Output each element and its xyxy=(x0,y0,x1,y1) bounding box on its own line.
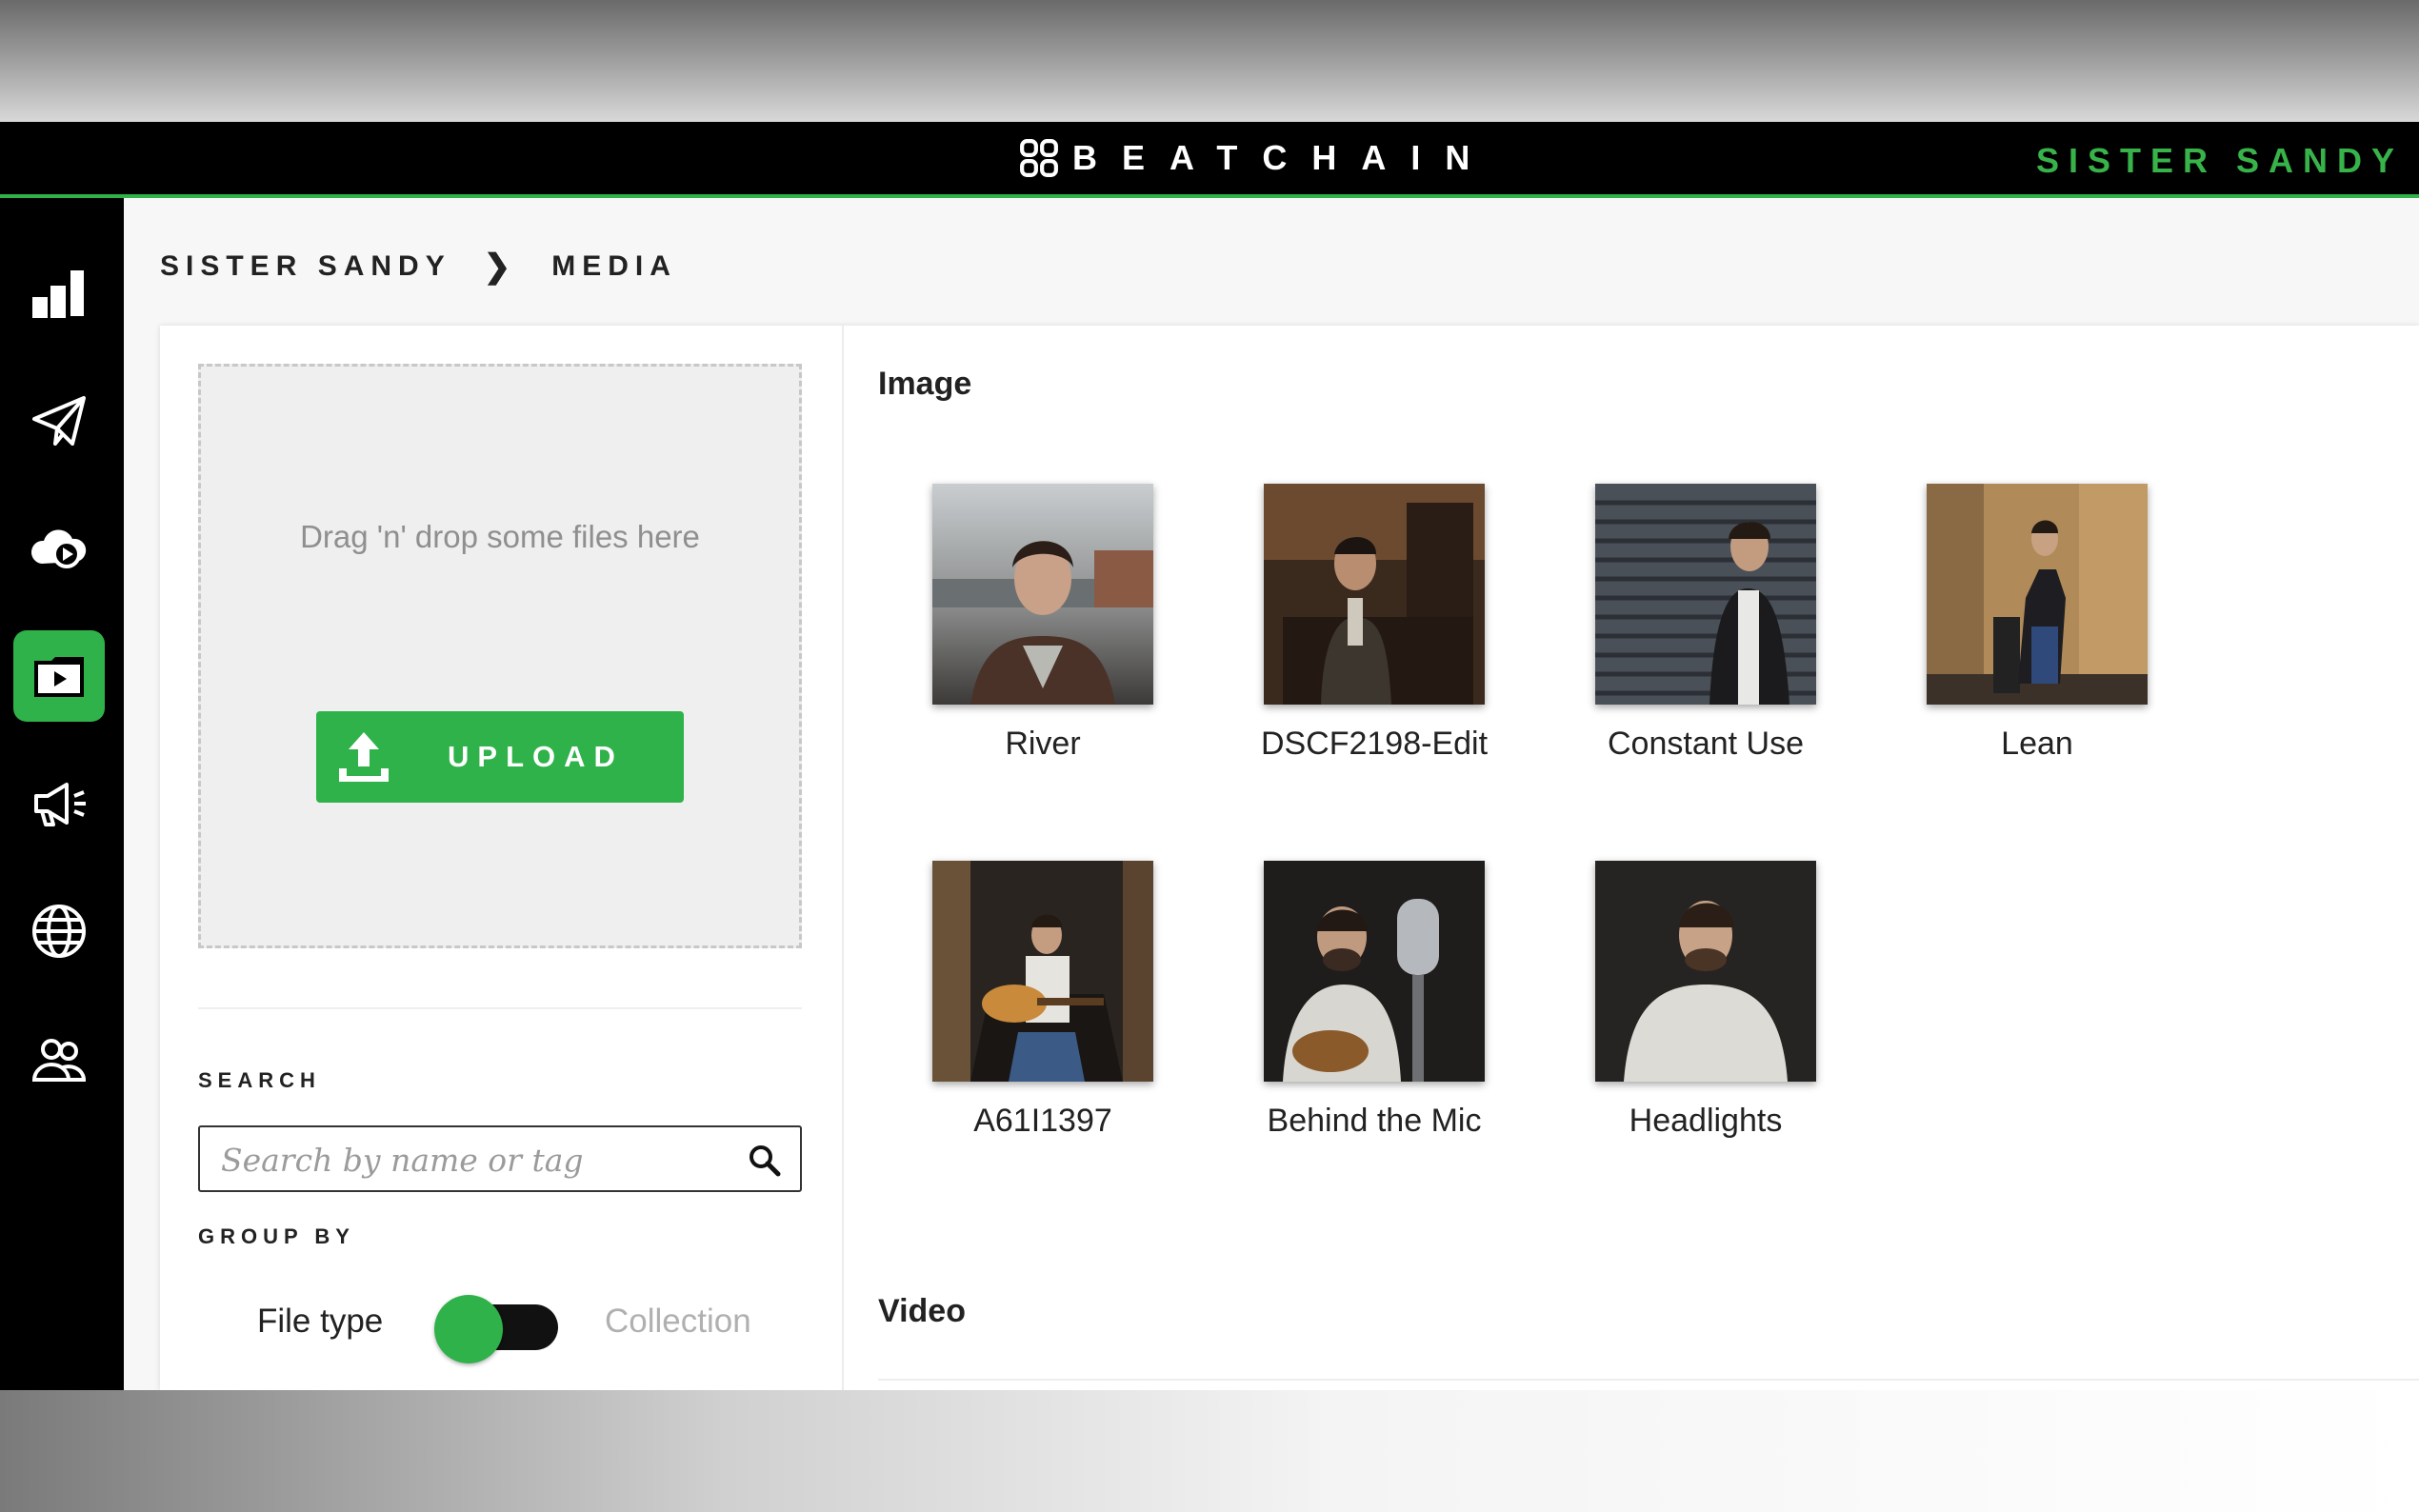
media-item[interactable]: Headlights xyxy=(1595,861,1816,1140)
brand-logo[interactable]: BEATCHAIN xyxy=(1019,138,1495,177)
image-thumbnail xyxy=(932,484,1153,705)
background-top xyxy=(0,0,2419,122)
group-by-toggle[interactable] xyxy=(434,1295,558,1363)
media-gallery: Image River DSCF2198-Edit Constant Use L… xyxy=(842,326,2419,1390)
section-title-video: Video xyxy=(878,1293,966,1329)
image-caption: Constant Use xyxy=(1608,726,1804,762)
media-folder-icon xyxy=(34,657,84,697)
breadcrumb: SISTER SANDY ❯ MEDIA xyxy=(160,248,677,286)
sidebar-item-media[interactable] xyxy=(13,630,105,722)
sidebar-item-cloud[interactable] xyxy=(13,503,105,594)
media-controls-panel: Drag 'n' drop some files here UPLOAD SEA… xyxy=(160,326,844,1390)
image-thumbnail xyxy=(1595,861,1816,1082)
image-caption: Lean xyxy=(2001,726,2073,762)
media-card: Drag 'n' drop some files here UPLOAD SEA… xyxy=(160,326,2419,1390)
sidebar-item-analytics[interactable] xyxy=(13,248,105,339)
image-thumbnail xyxy=(1927,484,2148,705)
group-by-label: GROUP BY xyxy=(198,1224,355,1248)
bar-chart-icon xyxy=(32,270,84,318)
media-item[interactable]: Behind the Mic xyxy=(1264,861,1485,1140)
image-caption: Headlights xyxy=(1629,1103,1783,1139)
upload-icon xyxy=(339,732,389,782)
group-by-file-type[interactable]: File type xyxy=(257,1303,383,1341)
sidebar-item-web[interactable] xyxy=(13,885,105,977)
sidebar-item-send[interactable] xyxy=(13,375,105,467)
app-window: BEATCHAIN SISTER SANDY SISTER SANDY ❯ ME… xyxy=(0,122,2419,1390)
chevron-right-icon: ❯ xyxy=(483,249,518,285)
megaphone-icon xyxy=(34,783,86,826)
search-input[interactable] xyxy=(219,1135,737,1184)
image-caption: DSCF2198-Edit xyxy=(1260,726,1489,762)
top-bar: BEATCHAIN SISTER SANDY xyxy=(0,122,2419,198)
group-by-collection[interactable]: Collection xyxy=(605,1303,751,1341)
image-thumbnail xyxy=(932,861,1153,1082)
image-caption: River xyxy=(1005,726,1081,762)
search-label: SEARCH xyxy=(198,1068,321,1092)
breadcrumb-current: MEDIA xyxy=(551,250,677,282)
divider xyxy=(198,1007,802,1009)
artist-name[interactable]: SISTER SANDY xyxy=(2036,141,2404,181)
brand-name: BEATCHAIN xyxy=(1072,138,1495,177)
cloud-play-icon xyxy=(30,529,87,568)
group-by-control: File type Collection xyxy=(198,1285,808,1363)
media-item[interactable]: Lean xyxy=(1927,484,2148,763)
upload-button-label: UPLOAD xyxy=(448,740,624,773)
beatchain-logo-icon xyxy=(1020,139,1058,177)
sidebar xyxy=(0,198,124,1390)
users-icon xyxy=(31,1039,87,1082)
image-thumbnail xyxy=(1264,484,1485,705)
dropzone-text: Drag 'n' drop some files here xyxy=(300,519,700,554)
image-thumbnail xyxy=(1264,861,1485,1082)
paper-plane-icon xyxy=(32,396,86,446)
breadcrumb-root[interactable]: SISTER SANDY xyxy=(160,250,451,283)
section-title-image: Image xyxy=(878,366,972,402)
globe-icon xyxy=(32,905,86,958)
media-item[interactable]: A61I1397 xyxy=(932,861,1153,1140)
image-caption: A61I1397 xyxy=(973,1103,1112,1139)
sidebar-item-team[interactable] xyxy=(13,1013,105,1104)
media-item[interactable]: DSCF2198-Edit xyxy=(1261,484,1488,763)
image-caption: Behind the Mic xyxy=(1267,1103,1482,1139)
toggle-knob xyxy=(434,1295,503,1363)
search-field xyxy=(198,1125,802,1192)
media-item[interactable]: Constant Use xyxy=(1595,484,1816,763)
image-thumbnail xyxy=(1595,484,1816,705)
file-dropzone[interactable]: Drag 'n' drop some files here UPLOAD xyxy=(198,364,802,948)
divider xyxy=(878,1379,2419,1381)
media-item[interactable]: River xyxy=(932,484,1153,763)
background-bottom xyxy=(0,1390,2419,1512)
sidebar-item-promote[interactable] xyxy=(13,758,105,849)
search-icon[interactable] xyxy=(747,1143,781,1177)
upload-button[interactable]: UPLOAD xyxy=(316,711,684,803)
